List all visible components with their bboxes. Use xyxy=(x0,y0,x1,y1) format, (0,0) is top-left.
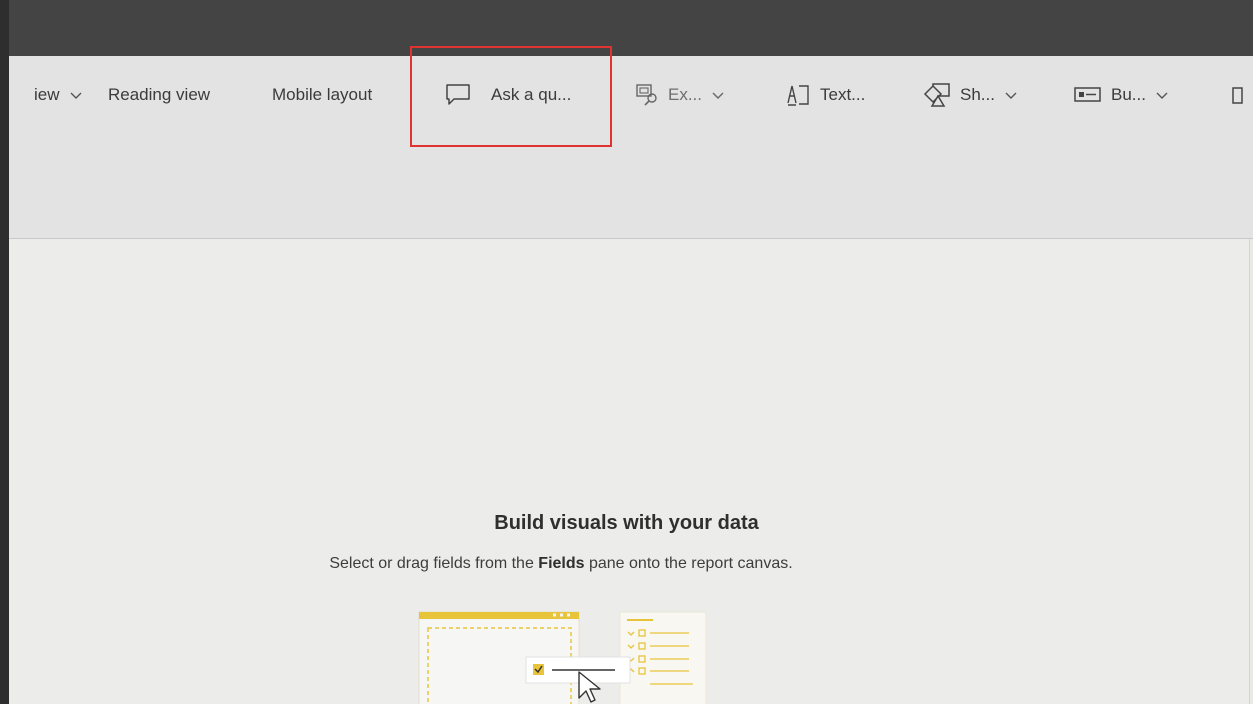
title-bar xyxy=(0,0,1253,56)
explore-label: Ex... xyxy=(668,85,703,104)
chevron-down-icon xyxy=(712,92,724,99)
buttons-label: Bu... xyxy=(1111,85,1146,104)
text-box-button[interactable]: Text... xyxy=(786,76,865,114)
empty-state-title: Build visuals with your data xyxy=(494,512,759,534)
left-window-edge xyxy=(0,0,9,704)
overflow-button[interactable] xyxy=(1230,76,1244,114)
subtitle-text-start: Select or drag fields from the xyxy=(329,555,539,572)
reading-view-button[interactable]: Reading view xyxy=(108,76,210,114)
reading-view-label: Reading view xyxy=(108,85,211,104)
chevron-down-icon xyxy=(70,92,82,99)
view-label: iew xyxy=(34,85,60,104)
subtitle-text-end: pane onto the report canvas. xyxy=(584,555,793,572)
text-box-label: Text... xyxy=(820,85,866,104)
textbox-icon xyxy=(787,85,809,106)
explore-icon xyxy=(636,84,657,106)
explore-button[interactable]: Ex... xyxy=(634,76,726,114)
shapes-icon xyxy=(923,83,950,107)
rectangle-icon xyxy=(1232,87,1243,104)
shapes-label: Sh... xyxy=(960,85,995,104)
view-menu-button[interactable]: iew xyxy=(34,76,84,114)
chevron-down-icon xyxy=(1005,92,1017,99)
buttons-button[interactable]: Bu... xyxy=(1073,76,1170,114)
button-icon xyxy=(1074,87,1101,102)
chevron-down-icon xyxy=(1156,92,1168,99)
fields-pane-name: Fields xyxy=(538,555,585,572)
shapes-button[interactable]: Sh... xyxy=(922,76,1019,114)
highlight-box xyxy=(410,46,612,147)
mobile-layout-label: Mobile layout xyxy=(272,85,373,104)
empty-state-subtitle: Select or drag fields from the Fields pa… xyxy=(0,555,1122,573)
build-visuals-illustration xyxy=(418,611,707,704)
mobile-layout-button[interactable]: Mobile layout xyxy=(272,76,372,114)
